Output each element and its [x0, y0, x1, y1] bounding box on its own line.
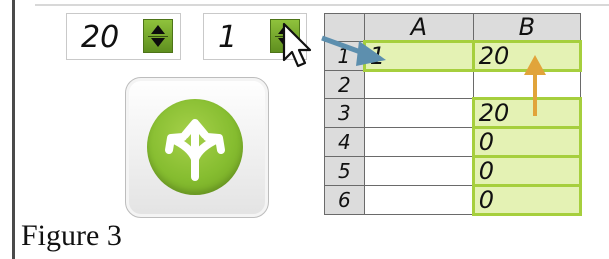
figure-caption: Figure 3: [21, 219, 122, 252]
cursor-icon: [282, 22, 312, 68]
blue-arrow: [321, 35, 386, 66]
orange-arrow: [524, 55, 546, 116]
